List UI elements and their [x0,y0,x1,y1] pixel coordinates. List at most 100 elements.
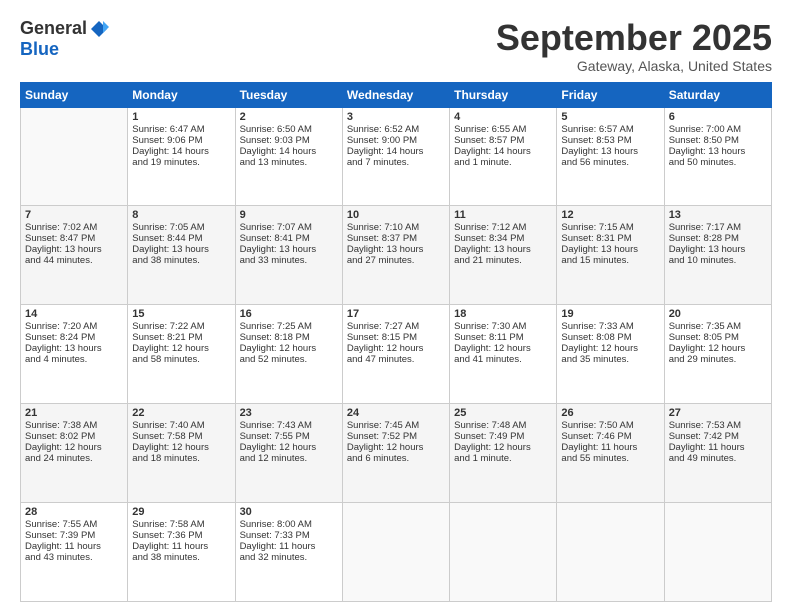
calendar-body: 1Sunrise: 6:47 AMSunset: 9:06 PMDaylight… [21,107,772,601]
day-info-line: and 50 minutes. [669,157,767,168]
day-info-line: Sunset: 8:11 PM [454,332,552,343]
calendar-cell: 28Sunrise: 7:55 AMSunset: 7:39 PMDayligh… [21,503,128,602]
day-info-line: Sunset: 8:08 PM [561,332,659,343]
calendar-cell: 19Sunrise: 7:33 AMSunset: 8:08 PMDayligh… [557,305,664,404]
day-info-line: Daylight: 13 hours [132,244,230,255]
day-info-line: and 1 minute. [454,157,552,168]
day-info-line: Daylight: 13 hours [347,244,445,255]
day-info-line: and 19 minutes. [132,157,230,168]
calendar-cell: 10Sunrise: 7:10 AMSunset: 8:37 PMDayligh… [342,206,449,305]
day-number: 20 [669,308,767,320]
day-info-line: Daylight: 12 hours [561,343,659,354]
day-info-line: Daylight: 14 hours [454,146,552,157]
calendar-cell: 23Sunrise: 7:43 AMSunset: 7:55 PMDayligh… [235,404,342,503]
weekday-saturday: Saturday [664,82,771,107]
day-info-line: Sunrise: 7:55 AM [25,519,123,530]
day-info-line: Sunrise: 7:53 AM [669,420,767,431]
day-info-line: Sunrise: 7:20 AM [25,321,123,332]
calendar-cell [21,107,128,206]
calendar-cell: 7Sunrise: 7:02 AMSunset: 8:47 PMDaylight… [21,206,128,305]
day-number: 30 [240,506,338,518]
day-number: 13 [669,209,767,221]
day-info-line: Sunset: 8:50 PM [669,135,767,146]
calendar-cell [342,503,449,602]
day-number: 1 [132,111,230,123]
calendar-cell: 21Sunrise: 7:38 AMSunset: 8:02 PMDayligh… [21,404,128,503]
day-info-line: Sunrise: 7:10 AM [347,222,445,233]
day-info-line: Sunrise: 7:45 AM [347,420,445,431]
day-info-line: Sunset: 7:58 PM [132,431,230,442]
day-info-line: Daylight: 14 hours [132,146,230,157]
logo-icon [89,19,109,39]
day-info-line: Sunset: 7:39 PM [25,530,123,541]
day-info-line: Sunset: 8:34 PM [454,233,552,244]
calendar-cell: 29Sunrise: 7:58 AMSunset: 7:36 PMDayligh… [128,503,235,602]
day-info-line: Daylight: 11 hours [132,541,230,552]
weekday-thursday: Thursday [450,82,557,107]
calendar-cell: 12Sunrise: 7:15 AMSunset: 8:31 PMDayligh… [557,206,664,305]
calendar-cell: 22Sunrise: 7:40 AMSunset: 7:58 PMDayligh… [128,404,235,503]
day-info-line: Sunrise: 7:43 AM [240,420,338,431]
day-info-line: and 18 minutes. [132,453,230,464]
day-info-line: and 12 minutes. [240,453,338,464]
calendar-cell: 13Sunrise: 7:17 AMSunset: 8:28 PMDayligh… [664,206,771,305]
calendar-cell [557,503,664,602]
day-info-line: and 35 minutes. [561,354,659,365]
day-number: 5 [561,111,659,123]
day-info-line: and 6 minutes. [347,453,445,464]
day-info-line: Daylight: 12 hours [669,343,767,354]
day-info-line: and 55 minutes. [561,453,659,464]
month-title: September 2025 [496,18,772,58]
day-info-line: Sunset: 8:24 PM [25,332,123,343]
day-number: 4 [454,111,552,123]
day-info-line: Sunset: 8:53 PM [561,135,659,146]
calendar-cell: 8Sunrise: 7:05 AMSunset: 8:44 PMDaylight… [128,206,235,305]
calendar-cell: 30Sunrise: 8:00 AMSunset: 7:33 PMDayligh… [235,503,342,602]
weekday-wednesday: Wednesday [342,82,449,107]
week-row-1: 1Sunrise: 6:47 AMSunset: 9:06 PMDaylight… [21,107,772,206]
day-info-line: Sunset: 8:31 PM [561,233,659,244]
day-info-line: Sunrise: 7:07 AM [240,222,338,233]
day-info-line: and 27 minutes. [347,255,445,266]
day-number: 23 [240,407,338,419]
day-info-line: Daylight: 12 hours [240,343,338,354]
day-info-line: Sunset: 9:06 PM [132,135,230,146]
calendar-table: SundayMondayTuesdayWednesdayThursdayFrid… [20,82,772,602]
day-info-line: Sunset: 7:46 PM [561,431,659,442]
day-info-line: and 4 minutes. [25,354,123,365]
day-info-line: Sunrise: 7:12 AM [454,222,552,233]
day-info-line: and 52 minutes. [240,354,338,365]
day-info-line: and 56 minutes. [561,157,659,168]
day-info-line: Sunrise: 7:02 AM [25,222,123,233]
calendar-cell: 20Sunrise: 7:35 AMSunset: 8:05 PMDayligh… [664,305,771,404]
day-info-line: Sunset: 8:57 PM [454,135,552,146]
day-info-line: and 58 minutes. [132,354,230,365]
week-row-2: 7Sunrise: 7:02 AMSunset: 8:47 PM Daylight… [21,206,772,305]
weekday-friday: Friday [557,82,664,107]
week-row-3: 14Sunrise: 7:20 AMSunset: 8:24 PMDayligh… [21,305,772,404]
day-info-line: Sunrise: 7:48 AM [454,420,552,431]
day-info-line: Sunset: 8:44 PM [132,233,230,244]
day-info-line: Sunrise: 7:22 AM [132,321,230,332]
logo-blue-text: Blue [20,39,59,60]
day-info-line: Daylight: 12 hours [454,442,552,453]
calendar-cell: 27Sunrise: 7:53 AMSunset: 7:42 PMDayligh… [664,404,771,503]
day-info-line: Sunrise: 7:38 AM [25,420,123,431]
day-info-line: Sunrise: 6:55 AM [454,124,552,135]
day-number: 25 [454,407,552,419]
day-info-line: Daylight: 13 hours [454,244,552,255]
day-number: 8 [132,209,230,221]
day-info-line: Sunset: 8:47 PM [25,233,123,244]
day-number: 22 [132,407,230,419]
day-info-line: Sunset: 7:55 PM [240,431,338,442]
day-number: 7 [25,209,123,221]
calendar-cell: 18Sunrise: 7:30 AMSunset: 8:11 PMDayligh… [450,305,557,404]
day-number: 19 [561,308,659,320]
day-info-line: Daylight: 11 hours [669,442,767,453]
day-info-line: and 49 minutes. [669,453,767,464]
day-info-line: Sunrise: 6:47 AM [132,124,230,135]
day-number: 28 [25,506,123,518]
day-info-line: Daylight: 12 hours [132,442,230,453]
day-info-line: and 44 minutes. [25,255,123,266]
calendar-cell: 1Sunrise: 6:47 AMSunset: 9:06 PMDaylight… [128,107,235,206]
